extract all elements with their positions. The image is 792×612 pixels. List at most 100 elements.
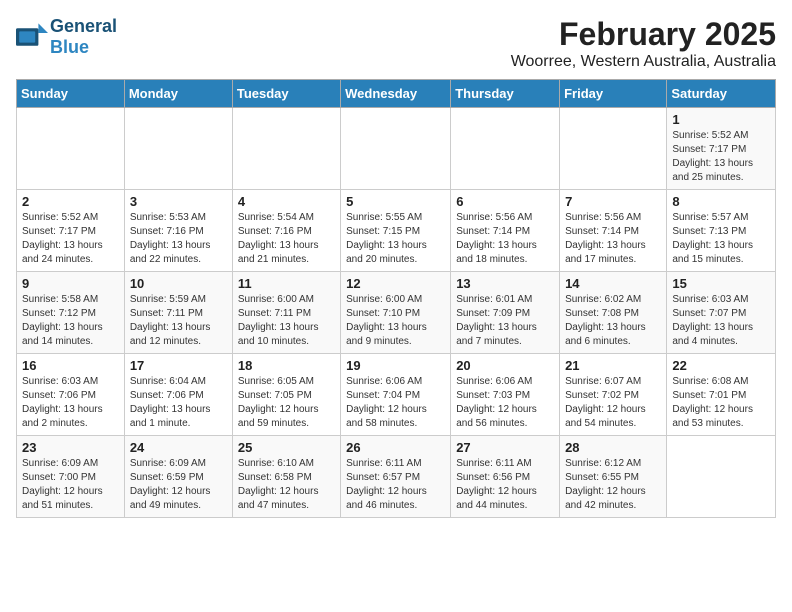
day-number: 9 bbox=[22, 276, 119, 291]
day-number: 3 bbox=[130, 194, 227, 209]
day-number: 10 bbox=[130, 276, 227, 291]
day-number: 7 bbox=[565, 194, 661, 209]
day-info: Sunrise: 6:09 AMSunset: 7:00 PMDaylight:… bbox=[22, 457, 119, 513]
day-header-sunday: Sunday bbox=[17, 80, 125, 108]
day-info: Sunrise: 6:11 AMSunset: 6:56 PMDaylight:… bbox=[456, 457, 554, 513]
calendar-cell: 28 Sunrise: 6:12 AMSunset: 6:55 PMDayligh… bbox=[560, 436, 667, 518]
day-number: 25 bbox=[238, 440, 335, 455]
day-header-tuesday: Tuesday bbox=[232, 80, 340, 108]
day-info: Sunrise: 6:08 AMSunset: 7:01 PMDaylight:… bbox=[672, 375, 770, 431]
day-info: Sunrise: 6:10 AMSunset: 6:58 PMDaylight:… bbox=[238, 457, 335, 513]
day-number: 20 bbox=[456, 358, 554, 373]
day-info: Sunrise: 6:12 AMSunset: 6:55 PMDaylight:… bbox=[565, 457, 661, 513]
calendar-title: February 2025 bbox=[511, 16, 776, 53]
day-info: Sunrise: 5:53 AMSunset: 7:16 PMDaylight:… bbox=[130, 211, 227, 267]
calendar-cell: 24Sunrise: 6:09 AMSunset: 6:59 PMDayligh… bbox=[124, 436, 232, 518]
day-info: Sunrise: 6:11 AMSunset: 6:57 PMDaylight:… bbox=[346, 457, 445, 513]
day-header-monday: Monday bbox=[124, 80, 232, 108]
calendar-cell bbox=[124, 108, 232, 190]
calendar-cell: 5 Sunrise: 5:55 AMSunset: 7:15 PMDaylight… bbox=[341, 190, 451, 272]
day-number: 15 bbox=[672, 276, 770, 291]
day-number: 17 bbox=[130, 358, 227, 373]
day-number: 22 bbox=[672, 358, 770, 373]
day-number: 4 bbox=[238, 194, 335, 209]
calendar-subtitle: Woorree, Western Australia, Australia bbox=[511, 53, 776, 71]
day-number: 12 bbox=[346, 276, 445, 291]
logo-icon bbox=[16, 23, 48, 51]
day-number: 23 bbox=[22, 440, 119, 455]
day-number: 27 bbox=[456, 440, 554, 455]
day-info: Sunrise: 5:55 AMSunset: 7:15 PMDaylight:… bbox=[346, 211, 445, 267]
day-info: Sunrise: 6:09 AMSunset: 6:59 PMDaylight:… bbox=[130, 457, 227, 513]
calendar-cell bbox=[232, 108, 340, 190]
page-header: General Blue February 2025 Woorree, West… bbox=[16, 16, 776, 71]
calendar-cell: 7 Sunrise: 5:56 AMSunset: 7:14 PMDaylight… bbox=[560, 190, 667, 272]
day-info: Sunrise: 6:04 AMSunset: 7:06 PMDaylight:… bbox=[130, 375, 227, 431]
calendar-cell: 21 Sunrise: 6:07 AMSunset: 7:02 PMDayligh… bbox=[560, 354, 667, 436]
calendar-week-row: 2 Sunrise: 5:52 AMSunset: 7:17 PMDaylight… bbox=[17, 190, 776, 272]
calendar-cell: 3 Sunrise: 5:53 AMSunset: 7:16 PMDaylight… bbox=[124, 190, 232, 272]
calendar-cell bbox=[341, 108, 451, 190]
calendar-cell: 8 Sunrise: 5:57 AMSunset: 7:13 PMDaylight… bbox=[667, 190, 776, 272]
calendar-cell: 27 Sunrise: 6:11 AMSunset: 6:56 PMDayligh… bbox=[451, 436, 560, 518]
day-info: Sunrise: 6:03 AMSunset: 7:07 PMDaylight:… bbox=[672, 293, 770, 349]
calendar-header-row: SundayMondayTuesdayWednesdayThursdayFrid… bbox=[17, 80, 776, 108]
calendar-cell: 2 Sunrise: 5:52 AMSunset: 7:17 PMDaylight… bbox=[17, 190, 125, 272]
calendar-table: SundayMondayTuesdayWednesdayThursdayFrid… bbox=[16, 79, 776, 518]
day-info: Sunrise: 6:05 AMSunset: 7:05 PMDaylight:… bbox=[238, 375, 335, 431]
day-number: 21 bbox=[565, 358, 661, 373]
day-info: Sunrise: 6:06 AMSunset: 7:03 PMDaylight:… bbox=[456, 375, 554, 431]
day-info: Sunrise: 5:56 AMSunset: 7:14 PMDaylight:… bbox=[565, 211, 661, 267]
day-number: 26 bbox=[346, 440, 445, 455]
day-number: 5 bbox=[346, 194, 445, 209]
day-number: 19 bbox=[346, 358, 445, 373]
calendar-cell bbox=[560, 108, 667, 190]
day-header-thursday: Thursday bbox=[451, 80, 560, 108]
calendar-week-row: 16 Sunrise: 6:03 AMSunset: 7:06 PMDayligh… bbox=[17, 354, 776, 436]
day-number: 2 bbox=[22, 194, 119, 209]
day-number: 14 bbox=[565, 276, 661, 291]
calendar-cell: 25 Sunrise: 6:10 AMSunset: 6:58 PMDayligh… bbox=[232, 436, 340, 518]
day-number: 18 bbox=[238, 358, 335, 373]
calendar-cell: 20 Sunrise: 6:06 AMSunset: 7:03 PMDayligh… bbox=[451, 354, 560, 436]
calendar-cell: 6Sunrise: 5:56 AMSunset: 7:14 PMDaylight… bbox=[451, 190, 560, 272]
calendar-cell: 26 Sunrise: 6:11 AMSunset: 6:57 PMDayligh… bbox=[341, 436, 451, 518]
calendar-cell: 12 Sunrise: 6:00 AMSunset: 7:10 PMDayligh… bbox=[341, 272, 451, 354]
day-info: Sunrise: 6:07 AMSunset: 7:02 PMDaylight:… bbox=[565, 375, 661, 431]
day-info: Sunrise: 5:57 AMSunset: 7:13 PMDaylight:… bbox=[672, 211, 770, 267]
calendar-cell: 9Sunrise: 5:58 AMSunset: 7:12 PMDaylight… bbox=[17, 272, 125, 354]
day-number: 16 bbox=[22, 358, 119, 373]
day-info: Sunrise: 5:52 AMSunset: 7:17 PMDaylight:… bbox=[22, 211, 119, 267]
day-info: Sunrise: 6:03 AMSunset: 7:06 PMDaylight:… bbox=[22, 375, 119, 431]
logo-blue-text: Blue bbox=[50, 37, 89, 57]
calendar-cell: 22 Sunrise: 6:08 AMSunset: 7:01 PMDayligh… bbox=[667, 354, 776, 436]
day-info: Sunrise: 6:02 AMSunset: 7:08 PMDaylight:… bbox=[565, 293, 661, 349]
calendar-cell: 16 Sunrise: 6:03 AMSunset: 7:06 PMDayligh… bbox=[17, 354, 125, 436]
calendar-week-row: 9Sunrise: 5:58 AMSunset: 7:12 PMDaylight… bbox=[17, 272, 776, 354]
day-number: 8 bbox=[672, 194, 770, 209]
day-info: Sunrise: 5:59 AMSunset: 7:11 PMDaylight:… bbox=[130, 293, 227, 349]
day-header-wednesday: Wednesday bbox=[341, 80, 451, 108]
day-number: 6 bbox=[456, 194, 554, 209]
calendar-cell: 1 Sunrise: 5:52 AMSunset: 7:17 PMDaylight… bbox=[667, 108, 776, 190]
title-block: February 2025 Woorree, Western Australia… bbox=[511, 16, 776, 71]
day-header-saturday: Saturday bbox=[667, 80, 776, 108]
calendar-cell bbox=[667, 436, 776, 518]
calendar-cell: 15 Sunrise: 6:03 AMSunset: 7:07 PMDayligh… bbox=[667, 272, 776, 354]
day-info: Sunrise: 5:52 AMSunset: 7:17 PMDaylight:… bbox=[672, 129, 770, 185]
day-info: Sunrise: 6:00 AMSunset: 7:10 PMDaylight:… bbox=[346, 293, 445, 349]
day-number: 11 bbox=[238, 276, 335, 291]
calendar-cell: 4 Sunrise: 5:54 AMSunset: 7:16 PMDaylight… bbox=[232, 190, 340, 272]
day-info: Sunrise: 5:54 AMSunset: 7:16 PMDaylight:… bbox=[238, 211, 335, 267]
calendar-cell: 19Sunrise: 6:06 AMSunset: 7:04 PMDayligh… bbox=[341, 354, 451, 436]
day-number: 1 bbox=[672, 112, 770, 127]
day-info: Sunrise: 6:00 AMSunset: 7:11 PMDaylight:… bbox=[238, 293, 335, 349]
calendar-cell: 23 Sunrise: 6:09 AMSunset: 7:00 PMDayligh… bbox=[17, 436, 125, 518]
day-number: 13 bbox=[456, 276, 554, 291]
logo: General Blue bbox=[16, 16, 117, 58]
calendar-cell: 14 Sunrise: 6:02 AMSunset: 7:08 PMDayligh… bbox=[560, 272, 667, 354]
logo-general-text: General bbox=[50, 16, 117, 36]
calendar-cell: 11 Sunrise: 6:00 AMSunset: 7:11 PMDayligh… bbox=[232, 272, 340, 354]
day-number: 28 bbox=[565, 440, 661, 455]
calendar-week-row: 23 Sunrise: 6:09 AMSunset: 7:00 PMDayligh… bbox=[17, 436, 776, 518]
